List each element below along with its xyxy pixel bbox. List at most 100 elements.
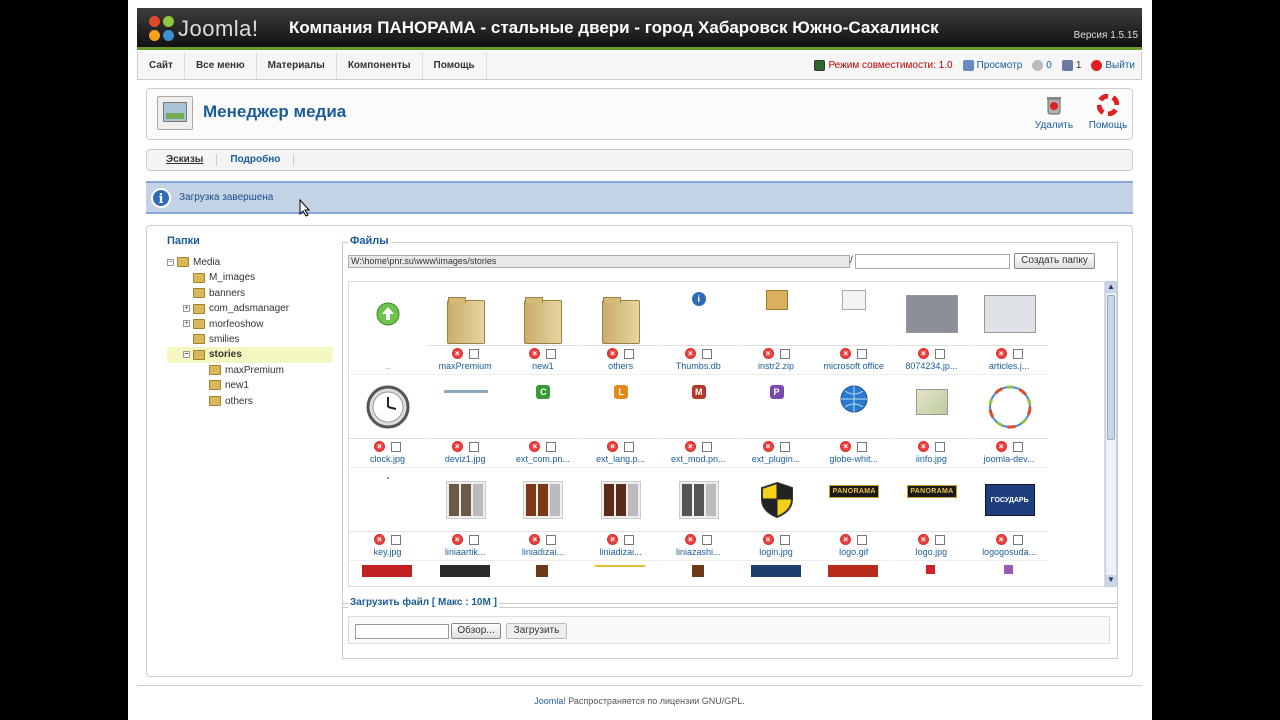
file-path-input[interactable] (355, 624, 449, 639)
delete-item-icon[interactable]: × (451, 534, 463, 545)
select-checkbox[interactable] (468, 348, 479, 359)
browse-button[interactable]: Обзор... (451, 623, 501, 639)
tree-item[interactable]: + com_adsmanager (167, 301, 333, 316)
item-name[interactable]: logo.jpg (893, 547, 970, 557)
scroll-up-icon[interactable]: ▲ (1106, 282, 1116, 293)
menu-item-components[interactable]: Компоненты (337, 52, 423, 79)
tree-item[interactable]: +smilies (167, 332, 333, 347)
select-checkbox[interactable] (624, 348, 635, 359)
delete-item-icon[interactable]: × (840, 534, 852, 545)
item-thumbnail[interactable] (746, 286, 808, 342)
delete-item-icon[interactable]: × (684, 441, 696, 452)
file-item[interactable] (427, 561, 504, 586)
item-thumbnail[interactable] (590, 286, 652, 344)
tree-item[interactable]: +others (167, 394, 333, 409)
item-thumbnail[interactable] (435, 472, 497, 528)
item-thumbnail[interactable] (590, 472, 652, 528)
select-checkbox[interactable] (468, 441, 479, 452)
delete-item-icon[interactable]: × (529, 534, 541, 545)
item-name[interactable]: liniaartik... (427, 547, 504, 557)
select-checkbox[interactable] (779, 534, 790, 545)
item-thumbnail[interactable]: PANORAMA (901, 472, 963, 528)
file-item[interactable]: × globe-whit... (815, 375, 893, 468)
delete-item-icon[interactable]: × (762, 441, 774, 452)
folder-item[interactable]: × new1 (504, 282, 582, 375)
file-item[interactable]: × iinfo.jpg (892, 375, 970, 468)
file-item[interactable]: PANORAMA × logo.gif (815, 468, 893, 561)
item-name[interactable]: joomla-dev... (971, 454, 1048, 464)
item-name[interactable]: key.jpg (349, 547, 426, 557)
delete-item-icon[interactable]: × (607, 534, 619, 545)
item-thumbnail[interactable]: L (590, 379, 652, 435)
item-thumbnail[interactable]: M (668, 379, 730, 435)
item-name[interactable]: clock.jpg (349, 454, 426, 464)
folder-item[interactable]: × maxPremium (426, 282, 504, 375)
select-checkbox[interactable] (391, 441, 401, 452)
delete-item-icon[interactable]: × (840, 348, 852, 359)
select-checkbox[interactable] (1012, 441, 1023, 452)
create-folder-button[interactable]: Создать папку (1014, 253, 1095, 269)
tree-item[interactable]: +maxPremium (167, 363, 333, 378)
file-item[interactable]: × liniaartik... (426, 468, 504, 561)
item-thumbnail[interactable] (668, 472, 730, 528)
select-checkbox[interactable] (468, 534, 479, 545)
delete-item-icon[interactable]: × (840, 441, 852, 452)
file-item[interactable] (738, 561, 815, 586)
expand-toggle-icon[interactable]: − (167, 258, 174, 266)
tree-item[interactable]: +banners (167, 286, 333, 301)
tab-thumbnails[interactable]: Эскизы (147, 154, 218, 166)
item-name[interactable]: logogosuda... (971, 547, 1048, 557)
item-thumbnail[interactable] (357, 472, 419, 528)
image-thumbnail[interactable] (362, 565, 412, 577)
logout-link[interactable]: Выйти (1091, 60, 1135, 71)
menu-item-help[interactable]: Помощь (423, 52, 487, 79)
item-thumbnail[interactable] (823, 379, 885, 435)
tree-item[interactable]: − Media (167, 255, 333, 270)
scroll-thumb[interactable] (1107, 295, 1115, 440)
item-thumbnail[interactable] (901, 379, 963, 435)
item-thumbnail[interactable] (979, 379, 1041, 435)
select-checkbox[interactable] (546, 534, 557, 545)
select-checkbox[interactable] (934, 441, 945, 452)
select-checkbox[interactable] (701, 348, 712, 359)
help-button[interactable]: Помощь (1083, 93, 1133, 131)
file-item[interactable]: PANORAMA × logo.jpg (892, 468, 970, 561)
item-thumbnail[interactable] (357, 286, 419, 342)
file-item[interactable]: P × ext_plugin... (737, 375, 815, 468)
item-name[interactable]: maxPremium (427, 361, 504, 371)
file-item[interactable]: .. (349, 282, 426, 375)
delete-button[interactable]: Удалить (1029, 94, 1079, 131)
delete-item-icon[interactable]: × (529, 348, 541, 359)
tree-item[interactable]: + morfeoshow (167, 317, 333, 332)
folder-item[interactable]: × others (582, 282, 660, 375)
tree-item[interactable]: +new1 (167, 378, 333, 393)
item-thumbnail[interactable] (512, 286, 574, 344)
item-thumbnail[interactable] (979, 286, 1041, 342)
image-thumbnail[interactable] (925, 565, 935, 574)
expand-toggle-icon[interactable]: − (183, 351, 190, 359)
delete-item-icon[interactable]: × (684, 348, 696, 359)
select-checkbox[interactable] (391, 534, 401, 545)
delete-item-icon[interactable]: × (451, 441, 463, 452)
delete-item-icon[interactable]: × (917, 348, 929, 359)
menu-item-all-menus[interactable]: Все меню (185, 52, 257, 79)
select-checkbox[interactable] (1012, 348, 1023, 359)
select-checkbox[interactable] (779, 441, 790, 452)
select-checkbox[interactable] (624, 441, 635, 452)
scroll-down-icon[interactable]: ▼ (1106, 575, 1116, 586)
expand-toggle-icon[interactable]: + (183, 320, 190, 328)
item-name[interactable]: iinfo.jpg (893, 454, 970, 464)
item-name[interactable]: microsoft office (815, 361, 892, 371)
file-item[interactable] (582, 561, 659, 586)
delete-item-icon[interactable]: × (529, 441, 541, 452)
select-checkbox[interactable] (701, 441, 712, 452)
file-item[interactable]: i × Thumbs.db (659, 282, 737, 375)
item-thumbnail[interactable]: P (746, 379, 808, 435)
image-thumbnail[interactable] (828, 565, 879, 577)
file-item[interactable]: × articles.j... (970, 282, 1048, 375)
item-name[interactable]: ext_plugin... (738, 454, 815, 464)
select-checkbox[interactable] (701, 534, 712, 545)
file-item[interactable]: × 8074234.jp... (892, 282, 970, 375)
image-thumbnail[interactable] (595, 565, 646, 567)
file-grid-scrollbar[interactable]: ▲ ▼ (1105, 281, 1117, 587)
